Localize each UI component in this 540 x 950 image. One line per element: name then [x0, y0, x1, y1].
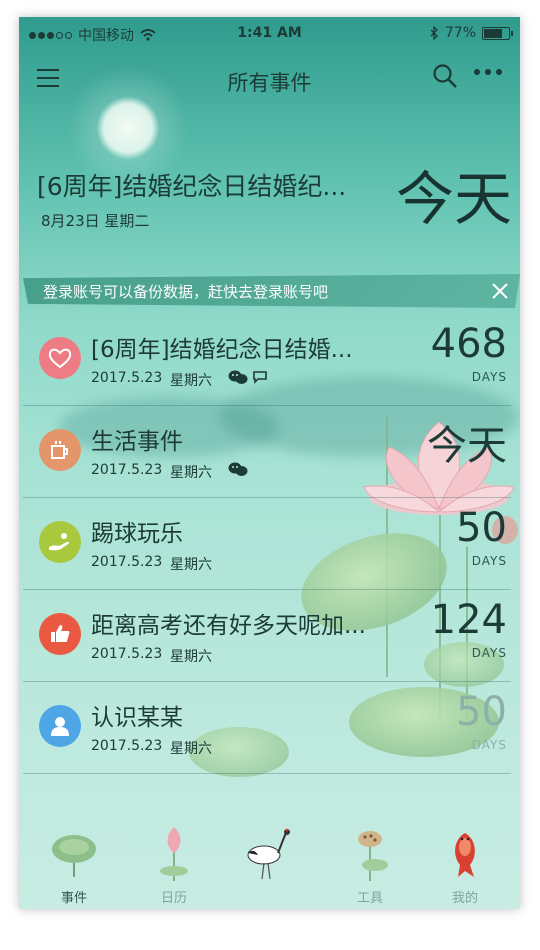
event-days-count: 今天 — [427, 423, 507, 469]
heart-icon — [39, 337, 81, 379]
share-icons — [228, 461, 248, 477]
event-row[interactable]: 认识某某 2017.5.23 星期六 50 DAYS — [23, 681, 511, 774]
bluetooth-icon — [430, 26, 438, 40]
event-date: 2017.5.23 — [91, 370, 163, 386]
tab-events[interactable]: 事件 — [24, 817, 124, 909]
chat-bubble-icon — [253, 371, 267, 384]
lotus-pod-icon — [358, 831, 388, 881]
event-days-count: 124 — [430, 597, 507, 643]
event-weekday: 星期六 — [170, 557, 212, 573]
lotus-leaf-icon — [52, 835, 96, 877]
tab-center[interactable] — [219, 817, 319, 909]
featured-event-count: 今天 — [395, 165, 512, 233]
event-weekday: 星期六 — [170, 649, 212, 665]
tab-profile[interactable]: 我的 — [415, 817, 515, 909]
event-days-count: 468 — [430, 321, 507, 367]
koi-fish-icon — [455, 833, 475, 877]
event-days-unit: DAYS — [471, 370, 507, 384]
play-hand-icon — [39, 521, 81, 563]
crane-icon — [247, 828, 290, 880]
tab-label: 日历 — [160, 891, 187, 906]
wechat-icon — [228, 462, 248, 476]
tab-bar: 事件 日历 工具 我的 — [19, 817, 520, 909]
tab-label: 我的 — [451, 891, 478, 906]
tab-label: 工具 — [356, 891, 383, 906]
battery-info: 77% — [429, 25, 513, 41]
thumbs-up-icon — [39, 613, 81, 655]
mug-icon — [39, 429, 81, 471]
featured-event-date: 8月23日 星期二 — [41, 212, 150, 230]
event-title: 认识某某 — [91, 705, 183, 731]
search-icon[interactable] — [432, 63, 458, 89]
event-row[interactable]: 踢球玩乐 2017.5.23 星期六 50 DAYS — [23, 497, 511, 590]
event-days-unit: DAYS — [471, 554, 507, 568]
event-title: [6周年]结婚纪念日结婚... — [91, 337, 353, 363]
event-weekday: 星期六 — [170, 465, 212, 481]
battery-icon — [482, 26, 513, 40]
event-days-unit: DAYS — [471, 738, 507, 752]
more-icon[interactable] — [474, 69, 502, 75]
share-icons — [228, 369, 268, 385]
event-weekday: 星期六 — [170, 741, 212, 757]
event-days-count: 50 — [456, 689, 507, 735]
person-icon — [39, 705, 81, 747]
battery-percent: 77% — [444, 25, 476, 41]
login-banner-text[interactable]: 登录账号可以备份数据，赶快去登录账号吧 — [43, 281, 328, 302]
event-title: 距离高考还有好多天呢加... — [91, 613, 366, 639]
event-date: 2017.5.23 — [91, 554, 163, 570]
login-banner[interactable]: 登录账号可以备份数据，赶快去登录账号吧 — [23, 274, 520, 308]
event-row[interactable]: [6周年]结婚纪念日结婚... 2017.5.23 星期六 468 DAYS — [23, 313, 511, 406]
status-bar: 中国移动 1:41 AM 77% — [19, 17, 520, 51]
featured-event-title[interactable]: [6周年]结婚纪念日结婚纪... — [37, 167, 346, 203]
tab-calendar[interactable]: 日历 — [124, 817, 224, 909]
close-icon[interactable] — [490, 281, 510, 301]
event-title: 生活事件 — [91, 429, 183, 455]
event-days-count: 50 — [456, 505, 507, 551]
event-date: 2017.5.23 — [91, 738, 163, 754]
nav-bar: 所有事件 — [19, 57, 520, 101]
phone-screen: 中国移动 1:41 AM 77% 所有事件 [6周年]结婚纪念日结婚纪... 8… — [19, 17, 520, 909]
event-date: 2017.5.23 — [91, 462, 163, 478]
event-title: 踢球玩乐 — [91, 521, 183, 547]
event-weekday: 星期六 — [170, 373, 212, 389]
moon — [97, 97, 159, 159]
lotus-bud-icon — [160, 827, 188, 881]
event-row[interactable]: 生活事件 2017.5.23 星期六 今天 — [23, 405, 511, 498]
tab-label: 事件 — [60, 891, 87, 906]
event-row[interactable]: 距离高考还有好多天呢加... 2017.5.23 星期六 124 DAYS — [23, 589, 511, 682]
event-date: 2017.5.23 — [91, 646, 163, 662]
tab-tools[interactable]: 工具 — [320, 817, 420, 909]
wechat-icon — [228, 370, 248, 384]
event-days-unit: DAYS — [471, 646, 507, 660]
